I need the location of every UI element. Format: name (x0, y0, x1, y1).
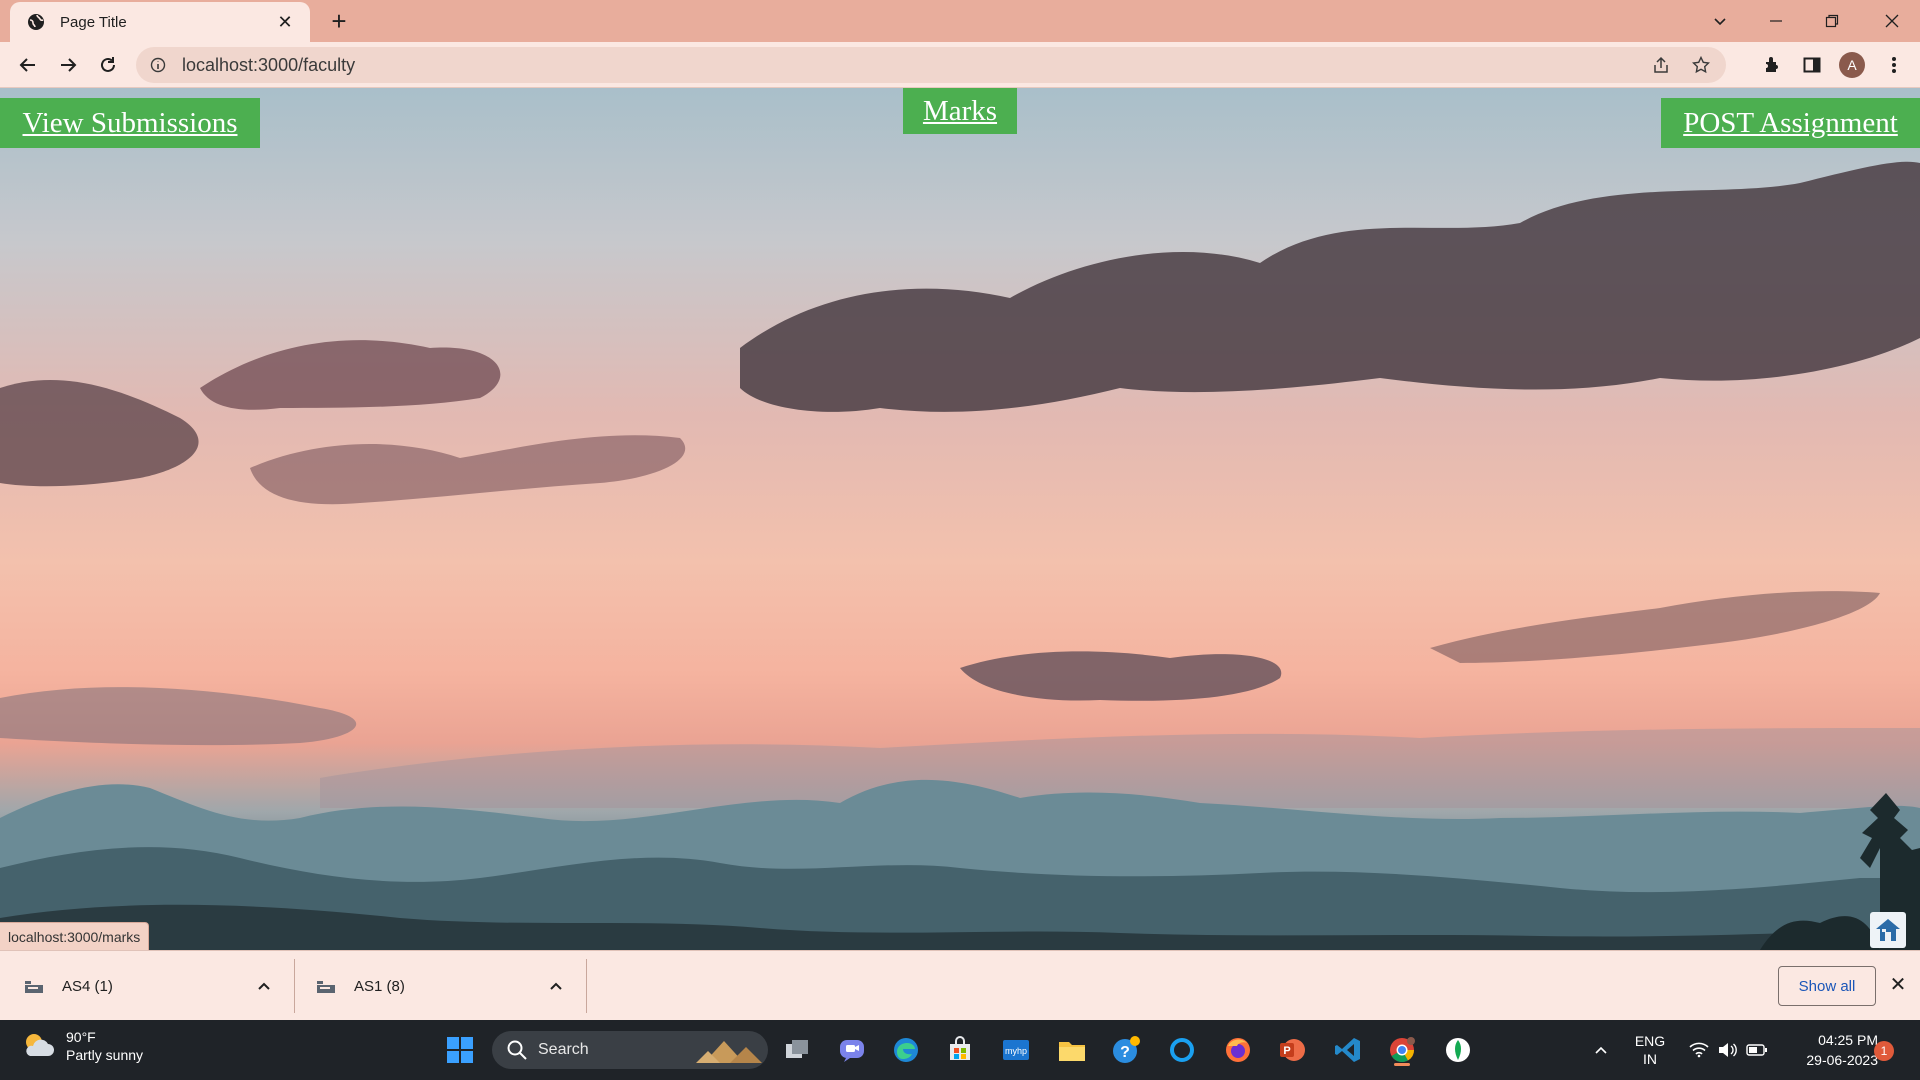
chevron-up-icon[interactable] (252, 978, 276, 994)
language-indicator[interactable]: ENG IN (1628, 1020, 1672, 1080)
tab-close-icon[interactable]: ✕ (274, 12, 296, 33)
weather-widget[interactable]: 90°F Partly sunny (20, 1028, 143, 1064)
post-assignment-link[interactable]: POST Assignment (1661, 98, 1920, 148)
get-help-icon[interactable]: ? (1106, 1030, 1146, 1070)
teams-chat-icon[interactable] (832, 1030, 872, 1070)
svg-text:?: ? (1120, 1044, 1130, 1061)
minimize-button[interactable] (1748, 0, 1804, 42)
menu-kebab-icon[interactable] (1878, 49, 1910, 81)
site-info-icon[interactable] (148, 55, 168, 75)
edge-browser-icon[interactable] (886, 1030, 926, 1070)
language-region: IN (1643, 1051, 1657, 1067)
vscode-icon[interactable] (1328, 1030, 1368, 1070)
download-filename: AS1 (8) (354, 977, 405, 995)
close-window-button[interactable] (1864, 0, 1920, 42)
pyramids-highlight-icon (696, 1041, 762, 1063)
reload-button[interactable] (92, 49, 124, 81)
firefox-icon[interactable] (1218, 1030, 1258, 1070)
marks-link[interactable]: Marks (903, 88, 1017, 134)
download-item[interactable]: AS1 (8) (292, 959, 568, 1013)
show-hidden-icons-chevron[interactable] (1586, 1020, 1616, 1080)
taskbar-search-box[interactable]: Search (492, 1031, 768, 1069)
new-tab-button[interactable]: + (324, 6, 354, 36)
extensions-icon[interactable] (1756, 49, 1788, 81)
url-text[interactable]: localhost:3000/faculty (182, 55, 1646, 76)
home-icon[interactable] (1870, 912, 1906, 948)
profile-avatar[interactable]: A (1836, 49, 1868, 81)
chevron-up-icon[interactable] (544, 978, 568, 994)
volume-icon[interactable] (1712, 1020, 1742, 1080)
myhp-app-icon[interactable]: myhp (996, 1030, 1036, 1070)
svg-text:myhp: myhp (1005, 1046, 1027, 1056)
back-button[interactable] (12, 49, 44, 81)
bookmark-star-icon[interactable] (1686, 50, 1716, 80)
forward-button[interactable] (52, 49, 84, 81)
address-bar[interactable]: localhost:3000/faculty (136, 47, 1726, 83)
tab-search-chevron-icon[interactable] (1692, 0, 1748, 42)
weather-condition: Partly sunny (66, 1047, 144, 1063)
file-icon (25, 981, 43, 993)
page-viewport: View Submissions Marks POST Assignment l… (0, 88, 1920, 950)
avatar: A (1839, 52, 1865, 78)
partly-sunny-icon (26, 1034, 54, 1056)
svg-text:P: P (1283, 1045, 1290, 1057)
weather-temperature: 90°F (66, 1029, 96, 1045)
chrome-icon[interactable] (1382, 1030, 1422, 1070)
download-divider (586, 959, 587, 1013)
clock-date: 29-06-2023 (1806, 1052, 1878, 1068)
close-downloads-icon[interactable]: ✕ (1884, 971, 1912, 999)
file-explorer-icon[interactable] (1052, 1030, 1092, 1070)
browser-tab-strip: Page Title ✕ + (0, 0, 1920, 42)
task-view-icon[interactable] (778, 1030, 818, 1070)
clock-time: 04:25 PM (1818, 1032, 1878, 1048)
active-app-indicator (1394, 1063, 1410, 1066)
side-panel-icon[interactable] (1796, 49, 1828, 81)
view-submissions-link[interactable]: View Submissions (0, 98, 260, 148)
powerpoint-icon[interactable]: P (1272, 1030, 1312, 1070)
cortana-ring-icon[interactable] (1162, 1030, 1202, 1070)
browser-toolbar: localhost:3000/faculty A (0, 42, 1920, 88)
file-icon (317, 981, 335, 993)
system-clock[interactable]: 04:25 PM 29-06-2023 (1780, 1030, 1878, 1070)
downloads-bar: AS4 (1) AS1 (8) Show all ✕ (0, 950, 1920, 1020)
link-hover-status-bar: localhost:3000/marks (0, 922, 150, 950)
wifi-icon[interactable] (1684, 1020, 1714, 1080)
notification-badge[interactable]: 1 (1874, 1041, 1894, 1061)
download-filename: AS4 (1) (62, 977, 113, 995)
download-item[interactable]: AS4 (1) (0, 959, 276, 1013)
share-icon[interactable] (1646, 50, 1676, 80)
browser-tab[interactable]: Page Title ✕ (10, 2, 310, 42)
search-label: Search (538, 1041, 589, 1058)
windows-taskbar: 90°F Partly sunny Search myhp ? P ENG IN… (0, 1020, 1920, 1080)
sunset-background-image (0, 161, 1920, 950)
show-all-downloads-button[interactable]: Show all (1778, 966, 1876, 1006)
language-code: ENG (1634, 1033, 1666, 1049)
start-windows-icon[interactable] (440, 1030, 480, 1070)
globe-icon (26, 12, 46, 32)
restore-button[interactable] (1804, 0, 1860, 42)
tab-title: Page Title (60, 13, 127, 31)
search-icon (507, 1040, 527, 1060)
mongodb-compass-icon[interactable] (1438, 1030, 1478, 1070)
battery-icon[interactable] (1742, 1020, 1772, 1080)
microsoft-store-icon[interactable] (940, 1030, 980, 1070)
